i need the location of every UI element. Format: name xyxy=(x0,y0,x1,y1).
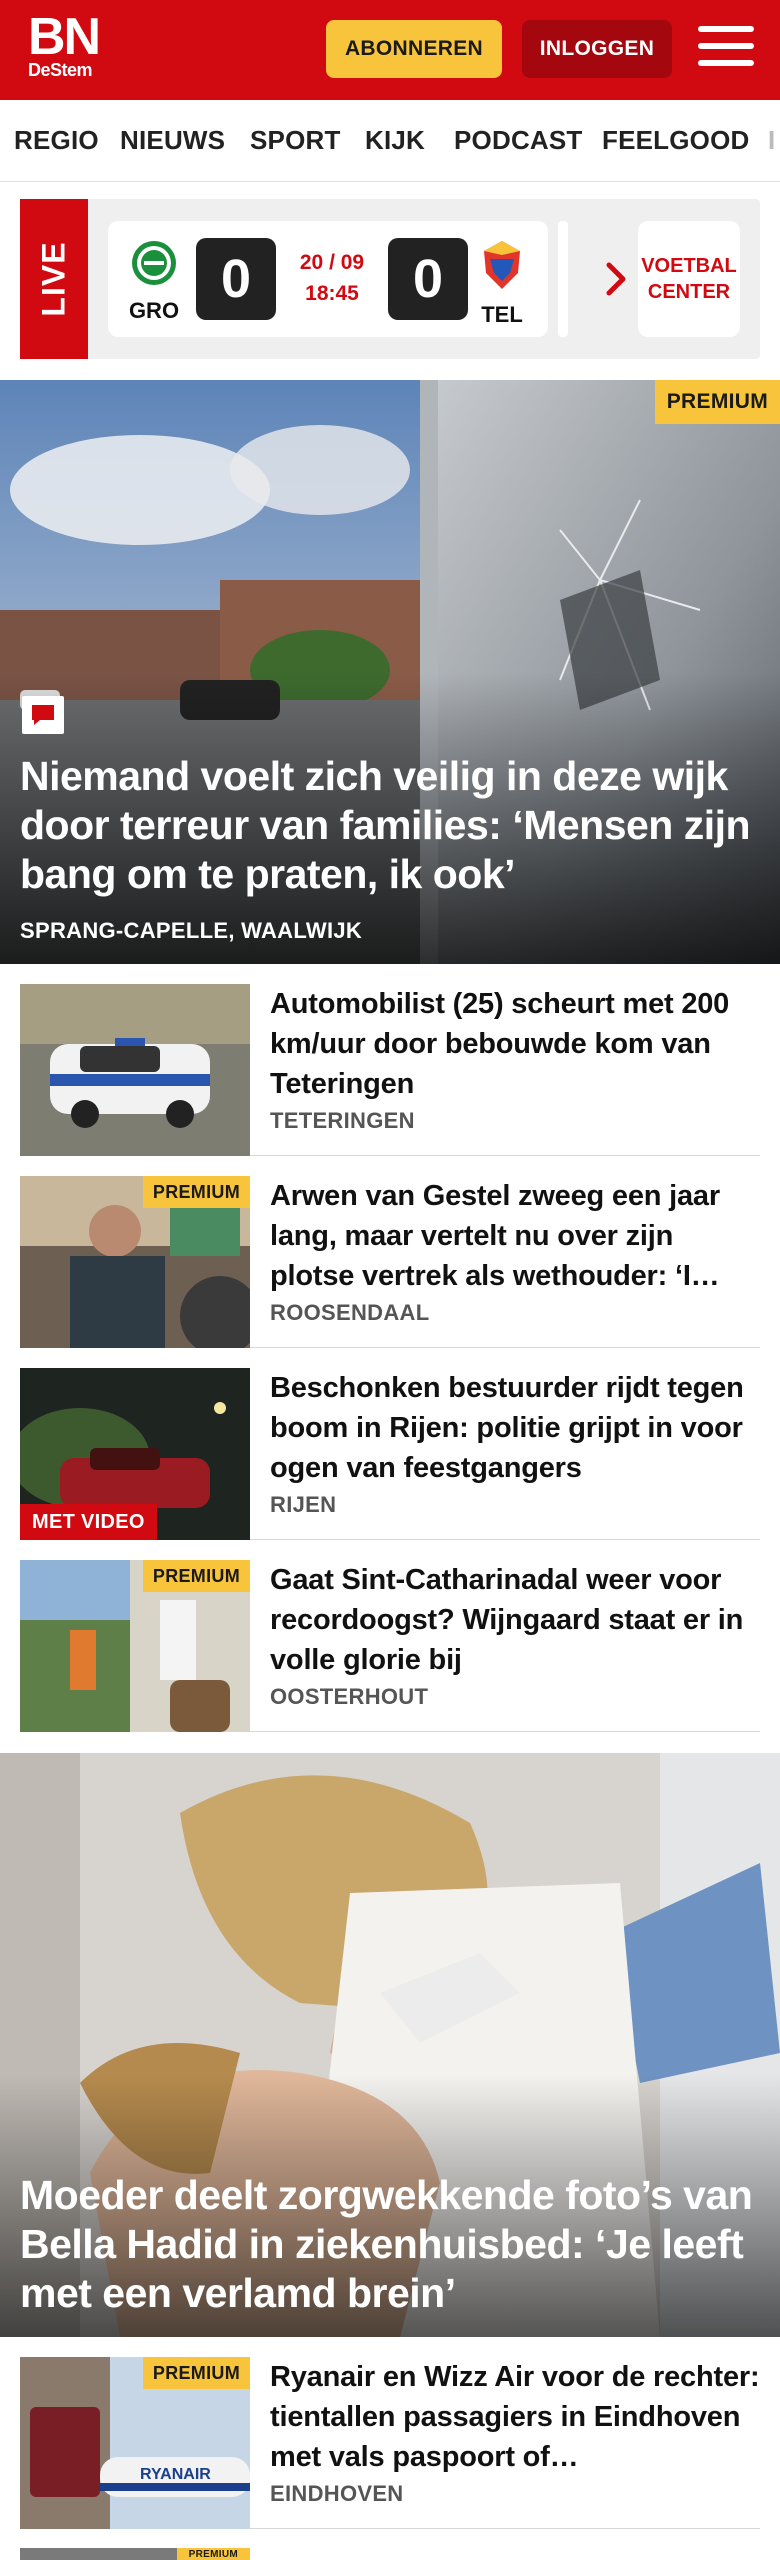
logo-main: BN xyxy=(28,8,101,66)
subscribe-button[interactable]: ABONNEREN xyxy=(326,20,502,78)
voetbal-center-link[interactable]: VOETBAL CENTER xyxy=(638,221,740,337)
list-item[interactable]: PREMIUM Gaat Sint-Catharinadal weer voor… xyxy=(20,1560,760,1732)
match-date: 20 / 09 xyxy=(299,251,365,274)
article-thumbnail: PREMIUM xyxy=(20,1176,250,1348)
comment-icon xyxy=(22,696,64,734)
live-label: LIVE xyxy=(20,199,88,359)
premium-badge: PREMIUM xyxy=(142,2357,250,2389)
list-item[interactable]: MET VIDEO Beschonken bestuurder rijdt te… xyxy=(20,1368,760,1540)
nav-item-feelgood[interactable]: FEELGOOD xyxy=(602,125,750,156)
nav-item-podcast[interactable]: PODCAST xyxy=(454,125,583,156)
article-location: RIJEN xyxy=(270,1492,337,1517)
match-card[interactable]: GRO 0 20 / 09 18:45 0 TEL xyxy=(108,221,548,337)
nav-item-nieuws[interactable]: NIEUWS xyxy=(120,125,225,156)
menu-icon[interactable] xyxy=(698,26,754,72)
home-team-code: GRO xyxy=(128,298,180,323)
hero-title[interactable]: Moeder deelt zorgwekkende foto’s van Bel… xyxy=(20,2171,770,2318)
match-datetime: 20 / 09 18:45 xyxy=(284,247,380,309)
list-item[interactable]: PREMIUM Arwen van Gestel zweeg een jaar … xyxy=(20,1176,760,1348)
list-item[interactable]: PREMIUM xyxy=(20,2548,250,2560)
video-badge: MET VIDEO xyxy=(20,1504,157,1540)
away-score: 0 xyxy=(388,238,468,320)
hero-article[interactable]: Moeder deelt zorgwekkende foto’s van Bel… xyxy=(0,1753,780,2337)
article-location: ROOSENDAAL xyxy=(270,1300,430,1325)
live-scores-widget: LIVE GRO 0 20 / 09 18:45 0 TEL VOETBAL C… xyxy=(20,199,760,359)
article-title[interactable]: Automobilist (25) scheurt met 200 km/uur… xyxy=(270,984,760,1104)
away-team-code: TEL xyxy=(481,302,523,327)
article-location: OOSTERHOUT xyxy=(270,1684,429,1709)
home-team: GRO xyxy=(126,239,182,324)
premium-badge: PREMIUM xyxy=(142,1176,250,1208)
groningen-crest-icon xyxy=(132,241,176,285)
article-location: TETERINGEN xyxy=(270,1108,415,1133)
match-time: 18:45 xyxy=(305,282,359,305)
site-header: BN DeStem ABONNEREN INLOGGEN xyxy=(0,0,780,100)
hero-article[interactable]: PREMIUM Niemand voelt zich veilig in dez… xyxy=(0,380,780,964)
nav-item-more[interactable]: I xyxy=(768,125,775,156)
premium-badge: PREMIUM xyxy=(142,1560,250,1592)
thumbnail-text: RYANAIR xyxy=(140,2466,211,2483)
login-button[interactable]: INLOGGEN xyxy=(522,20,672,78)
hero-location: SPRANG-CAPELLE, WAALWIJK xyxy=(20,918,363,943)
list-item[interactable]: RYANAIR PREMIUM Ryanair en Wizz Air voor… xyxy=(20,2357,760,2529)
nav-item-regio[interactable]: REGIO xyxy=(14,125,99,156)
list-item[interactable]: Automobilist (25) scheurt met 200 km/uur… xyxy=(20,984,760,1156)
home-score: 0 xyxy=(196,238,276,320)
article-thumbnail: PREMIUM xyxy=(20,1560,250,1732)
away-team: TEL xyxy=(474,239,530,328)
main-nav: REGIO NIEUWS SPORT KIJK PODCAST FEELGOOD… xyxy=(0,100,780,182)
logo-sub: DeStem xyxy=(28,60,93,80)
article-thumbnail: MET VIDEO xyxy=(20,1368,250,1540)
article-location: EINDHOVEN xyxy=(270,2481,404,2506)
article-title[interactable]: Gaat Sint-Catharinadal weer voor recordo… xyxy=(270,1560,760,1680)
nav-item-kijk[interactable]: KIJK xyxy=(365,125,425,156)
divider xyxy=(558,221,568,337)
chevron-right-icon[interactable] xyxy=(596,259,636,299)
article-thumbnail: RYANAIR PREMIUM xyxy=(20,2357,250,2529)
article-title[interactable]: Ryanair en Wizz Air voor de rechter: tie… xyxy=(270,2357,760,2477)
premium-badge: PREMIUM xyxy=(176,2548,250,2560)
article-thumbnail xyxy=(20,984,250,1156)
nav-item-sport[interactable]: SPORT xyxy=(250,125,341,156)
article-title[interactable]: Beschonken bestuurder rijdt tegen boom i… xyxy=(270,1368,760,1488)
site-logo[interactable]: BN DeStem xyxy=(28,8,118,80)
premium-badge: PREMIUM xyxy=(654,380,780,424)
telstar-crest-icon xyxy=(484,241,520,289)
hero-title[interactable]: Niemand voelt zich veilig in deze wijk d… xyxy=(20,752,760,899)
article-title[interactable]: Arwen van Gestel zweeg een jaar lang, ma… xyxy=(270,1176,760,1296)
